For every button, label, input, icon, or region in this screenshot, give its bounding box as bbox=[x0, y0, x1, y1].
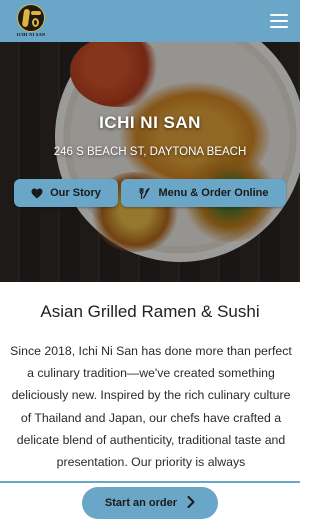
start-order-button[interactable]: Start an order bbox=[82, 487, 218, 519]
heart-icon bbox=[31, 188, 43, 199]
hero-banner: ICHI NI SAN 246 S BEACH ST, DAYTONA BEAC… bbox=[0, 42, 300, 282]
chevron-right-icon bbox=[187, 496, 195, 510]
our-story-button[interactable]: Our Story bbox=[14, 179, 118, 207]
hero-title: ICHI NI SAN bbox=[99, 113, 201, 132]
top-nav-bar: ICHI NI SAN bbox=[0, 0, 300, 42]
restaurant-logo[interactable]: ICHI NI SAN bbox=[14, 4, 48, 38]
utensils-icon bbox=[138, 187, 151, 200]
logo-emblem bbox=[17, 4, 45, 32]
about-headline: Asian Grilled Ramen & Sushi bbox=[40, 302, 260, 321]
hero-address: 246 S BEACH ST, DAYTONA BEACH bbox=[53, 146, 247, 158]
hamburger-menu-icon[interactable] bbox=[270, 14, 288, 28]
our-story-label: Our Story bbox=[50, 187, 101, 199]
logo-caption: ICHI NI SAN bbox=[16, 32, 46, 37]
menu-order-online-button[interactable]: Menu & Order Online bbox=[121, 179, 286, 207]
about-text: Since 2018, Ichi Ni San has done more th… bbox=[10, 344, 292, 470]
menu-order-online-label: Menu & Order Online bbox=[158, 187, 269, 199]
start-order-label: Start an order bbox=[104, 497, 178, 509]
